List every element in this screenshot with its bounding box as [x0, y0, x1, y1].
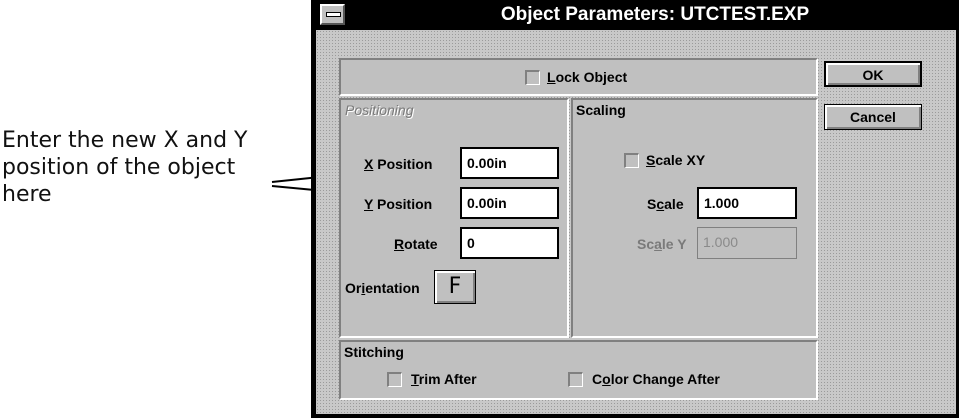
stitching-header: Stitching — [344, 344, 404, 360]
y-position-label: Y Position — [364, 196, 433, 212]
scale-xy-checkbox[interactable] — [624, 153, 639, 168]
trim-after-checkbox[interactable] — [387, 372, 402, 387]
lock-object-checkbox[interactable] — [525, 70, 540, 85]
x-position-label: X Position — [364, 156, 433, 172]
stitching-panel: Stitching Trim After Color Change After — [339, 340, 818, 400]
scale-input[interactable]: 1.000 — [697, 187, 797, 219]
scaling-header: Scaling — [576, 102, 626, 118]
scale-label: Scale — [647, 196, 684, 212]
dialog-title: Object Parameters: UTCTEST.EXP — [500, 4, 810, 25]
dialog-client-area: Lock Object Positioning X Position 0.00i… — [316, 30, 956, 414]
color-change-after-checkbox[interactable] — [568, 372, 583, 387]
system-menu-button[interactable] — [320, 4, 345, 25]
y-position-input[interactable]: 0.00in — [460, 187, 559, 219]
scale-y-label: Scale Y — [637, 236, 687, 252]
orientation-label: Orientation — [345, 280, 420, 296]
x-position-input[interactable]: 0.00in — [460, 147, 559, 179]
scale-xy-label[interactable]: Scale XY — [646, 152, 705, 168]
lock-object-panel: Lock Object — [339, 58, 818, 96]
minus-icon — [326, 12, 341, 17]
title-bar[interactable]: Object Parameters: UTCTEST.EXP — [311, 0, 959, 30]
scaling-panel: Scaling Scale XY Scale 1.000 Scale Y 1.0… — [571, 98, 818, 338]
positioning-header: Positioning — [345, 102, 414, 118]
orientation-button[interactable]: F — [434, 270, 476, 304]
cancel-button[interactable]: Cancel — [824, 104, 922, 130]
rotate-label: Rotate — [394, 236, 438, 252]
scale-y-input: 1.000 — [697, 227, 797, 259]
positioning-panel: Positioning X Position 0.00in Y Position… — [339, 98, 569, 338]
trim-after-label[interactable]: Trim After — [411, 371, 477, 387]
rotate-input[interactable]: 0 — [460, 227, 559, 259]
dialog-window: Object Parameters: UTCTEST.EXP Lock Obje… — [311, 0, 959, 418]
ok-button[interactable]: OK — [824, 61, 922, 87]
lock-object-label[interactable]: Lock Object — [547, 69, 627, 85]
color-change-after-label[interactable]: Color Change After — [592, 371, 720, 387]
